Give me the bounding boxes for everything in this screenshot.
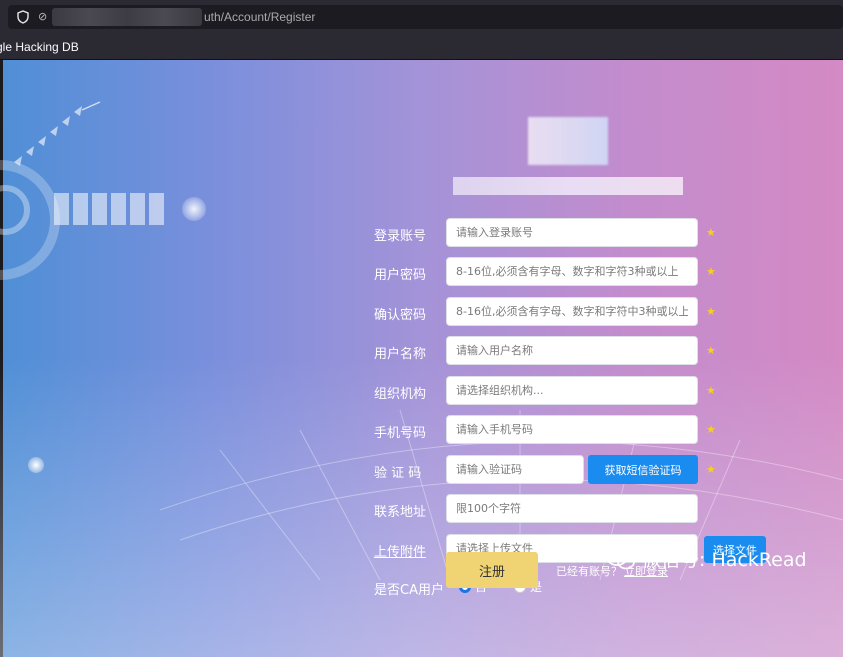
lock-icon[interactable]: ⊘ (38, 10, 47, 23)
confirm-password-input[interactable] (446, 297, 698, 326)
confirm-label: 确认密码 (374, 308, 427, 323)
site-logo-redacted (528, 117, 608, 165)
org-select[interactable] (446, 376, 698, 405)
username-label: 用户名称 (374, 347, 427, 362)
address-input[interactable] (446, 494, 698, 523)
required-star: ★ (706, 384, 716, 397)
address-label: 联系地址 (374, 505, 427, 520)
phone-label: 手机号码 (374, 426, 427, 441)
account-input[interactable] (446, 218, 698, 247)
required-star: ★ (706, 305, 716, 318)
required-star: ★ (706, 344, 716, 357)
bookmark-item[interactable]: gle Hacking DB (0, 40, 79, 54)
watermark: 微信号: HackRead (606, 545, 807, 572)
account-label: 登录账号 (374, 229, 427, 244)
row-org: 组织机构 ★ (0, 376, 843, 406)
wechat-icon (606, 547, 635, 569)
bookmarks-bar: gle Hacking DB (0, 34, 843, 60)
password-input[interactable] (446, 257, 698, 286)
username-input[interactable] (446, 336, 698, 365)
required-star: ★ (706, 423, 716, 436)
phone-input[interactable] (446, 415, 698, 444)
captcha-input[interactable] (446, 455, 584, 484)
row-confirm: 确认密码 ★ (0, 297, 843, 327)
url-host-redacted (52, 8, 202, 26)
watermark-text: 微信号: HackRead (642, 549, 807, 571)
required-star: ★ (706, 265, 716, 278)
browser-toolbar: ⊘ uth/Account/Register (0, 0, 843, 34)
row-ca: 是否CA用户 否 是 (0, 572, 843, 602)
row-account: 登录账号 ★ (0, 218, 843, 248)
ca-label: 是否CA用户 (374, 583, 444, 598)
shield-icon[interactable] (16, 10, 30, 24)
site-title-redacted (453, 177, 683, 195)
url-path: uth/Account/Register (204, 10, 316, 24)
row-phone: 手机号码 ★ (0, 415, 843, 445)
row-password: 用户密码 ★ (0, 257, 843, 287)
password-label: 用户密码 (374, 268, 427, 283)
row-username: 用户名称 ★ (0, 336, 843, 366)
required-star: ★ (706, 463, 716, 476)
captcha-label: 验 证 码 (374, 466, 422, 481)
upload-label: 上传附件 (374, 545, 427, 560)
get-sms-code-button[interactable]: 获取短信验证码 (588, 455, 698, 484)
required-star: ★ (706, 226, 716, 239)
row-address: 联系地址 (0, 494, 843, 524)
org-label: 组织机构 (374, 387, 427, 402)
background-arrows (14, 101, 101, 166)
row-captcha: 验 证 码 获取短信验证码 ★ (0, 455, 843, 485)
register-button[interactable]: 注册 (446, 552, 538, 588)
